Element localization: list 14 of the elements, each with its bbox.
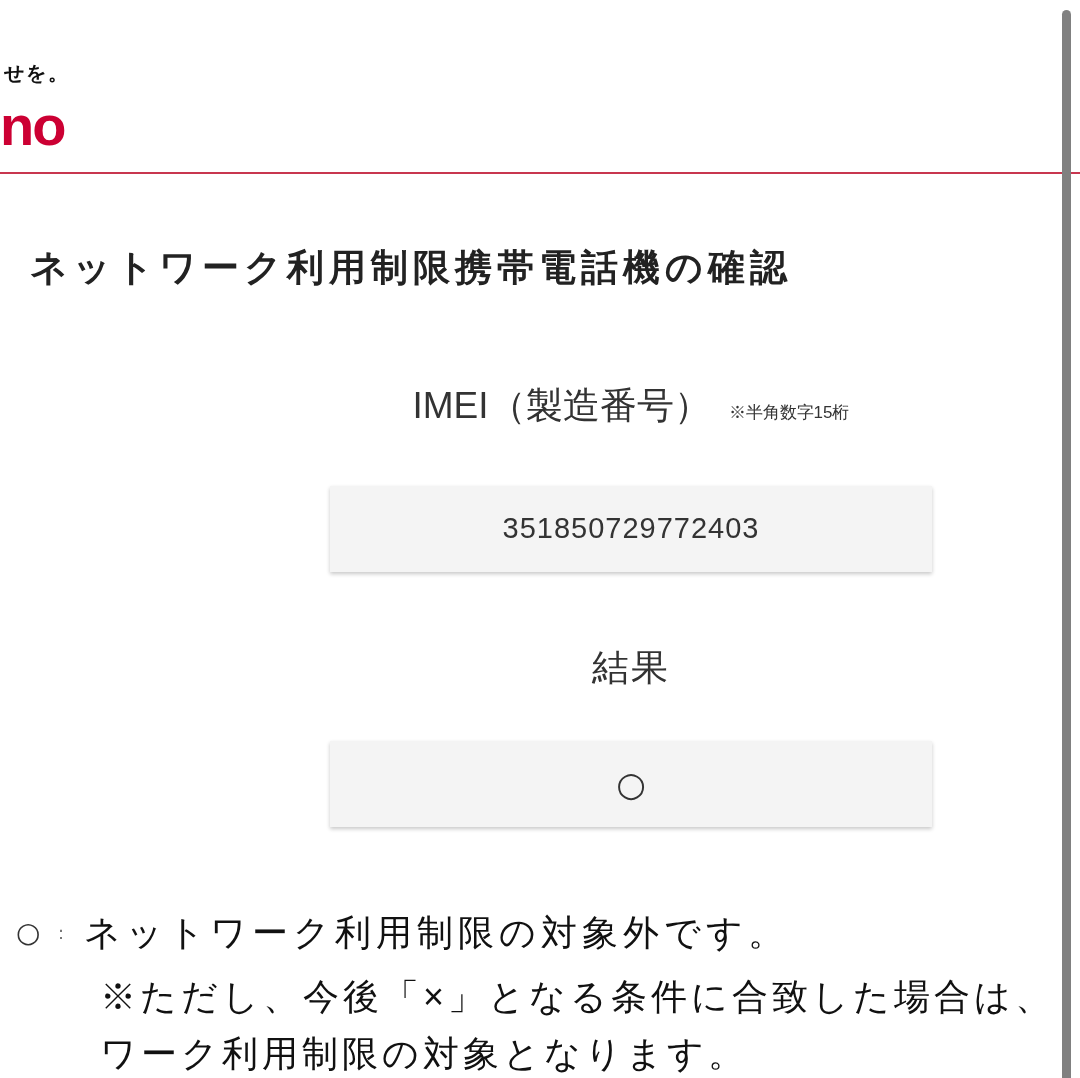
legend-separator: ： (52, 922, 71, 945)
logo-text[interactable]: no (0, 98, 65, 154)
scrollbar[interactable] (1062, 10, 1071, 1078)
tagline-text: せを。 (3, 61, 70, 86)
legend-text: ネットワーク利用制限の対象外です。 (84, 911, 789, 955)
imei-label: IMEI（製造番号） (412, 384, 711, 428)
page-title: ネットワーク利用制限携帯電話機の確認 (30, 246, 792, 290)
result-display: ○ (330, 741, 932, 827)
imei-note: ※半角数字15桁 (728, 402, 850, 424)
imei-display: 351850729772403 (330, 486, 932, 572)
legend-symbol: ○ (15, 915, 42, 951)
result-label: 結果 (592, 646, 670, 690)
note-line: ※ただし、今後「×」となる条件に合致した場合は、 (100, 975, 1056, 1019)
note-line: ワーク利用制限の対象となります。 (100, 1035, 748, 1073)
